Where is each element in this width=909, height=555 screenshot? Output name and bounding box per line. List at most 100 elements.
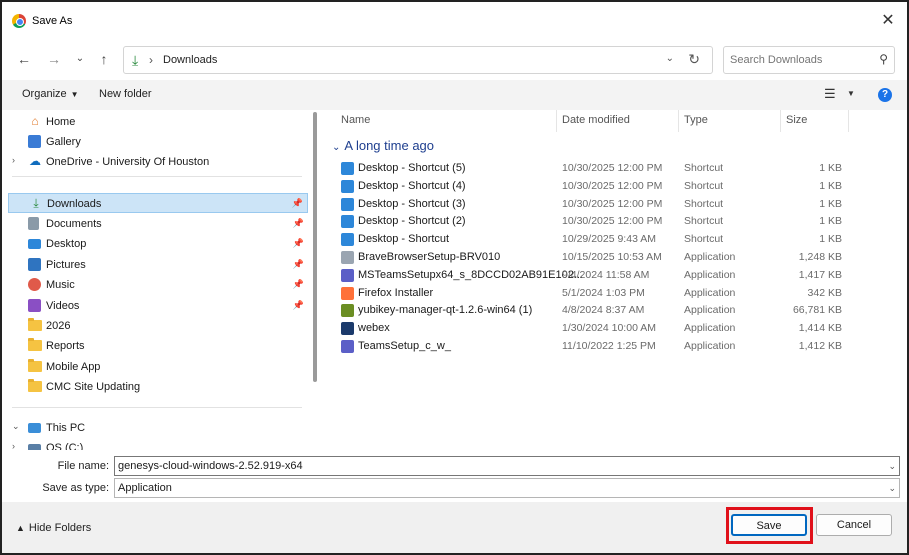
column-header-name[interactable]: Name bbox=[341, 114, 370, 126]
sidebar-item-documents[interactable]: Documents 📌 bbox=[8, 214, 308, 234]
column-header-type[interactable]: Type bbox=[684, 114, 708, 126]
pin-icon[interactable]: 📌 bbox=[293, 218, 304, 229]
file-row[interactable]: yubikey-manager-qt-1.2.6-win64 (1) 4/8/20… bbox=[338, 302, 848, 320]
file-size: 1,414 KB bbox=[798, 322, 842, 335]
column-divider[interactable] bbox=[556, 110, 557, 132]
close-button[interactable]: ✕ bbox=[877, 10, 899, 32]
file-name-input[interactable]: genesys-cloud-windows-2.52.919-x64 ⌄ bbox=[114, 456, 900, 476]
search-input[interactable] bbox=[730, 52, 870, 68]
chrome-icon bbox=[12, 14, 26, 28]
column-header-size[interactable]: Size bbox=[786, 114, 807, 126]
file-name: webex bbox=[358, 322, 390, 335]
pin-icon[interactable]: 📌 bbox=[293, 300, 304, 311]
sidebar-item-downloads[interactable]: ⤓ Downloads 📌 bbox=[8, 193, 308, 213]
group-header[interactable]: ⌄ A long time ago bbox=[332, 138, 434, 153]
file-row[interactable]: MSTeamsSetupx64_s_8DCCD02AB91E102... 9/4/… bbox=[338, 267, 848, 285]
sidebar-item-gallery[interactable]: Gallery bbox=[8, 132, 308, 152]
pin-icon[interactable]: 📌 bbox=[293, 259, 304, 270]
file-row[interactable]: Desktop - Shortcut 10/29/2025 9:43 AM Shor… bbox=[338, 231, 848, 249]
sidebar-item-home[interactable]: ⌂ Home bbox=[8, 112, 308, 132]
file-row[interactable]: Desktop - Shortcut (2) 10/30/2025 12:00 P… bbox=[338, 213, 848, 231]
recent-locations-button[interactable]: ⌄ bbox=[70, 50, 90, 68]
chevron-down-icon[interactable]: ⌄ bbox=[666, 53, 674, 64]
sidebar-item-os-drive[interactable]: › OS (C:) bbox=[8, 438, 308, 450]
file-row[interactable]: webex 1/30/2024 10:00 AM Application 1,414 … bbox=[338, 320, 848, 338]
sidebar-item-2026[interactable]: 2026 bbox=[8, 316, 308, 336]
nav-scrollbar[interactable] bbox=[313, 112, 317, 382]
pin-icon[interactable]: 📌 bbox=[293, 238, 304, 249]
file-row[interactable]: Desktop - Shortcut (5) 10/30/2025 12:00 P… bbox=[338, 160, 848, 178]
column-divider[interactable] bbox=[678, 110, 679, 132]
column-divider[interactable] bbox=[848, 110, 849, 132]
chevron-right-icon[interactable]: › bbox=[12, 441, 15, 450]
file-row[interactable]: Firefox Installer 5/1/2024 1:03 PM Applica… bbox=[338, 285, 848, 303]
file-type: Shortcut bbox=[684, 215, 724, 228]
sidebar-item-label: Videos bbox=[46, 300, 80, 312]
file-type: Application bbox=[684, 340, 736, 352]
sidebar-item-label: Music bbox=[46, 279, 75, 291]
new-folder-button[interactable]: New folder bbox=[99, 88, 152, 100]
sidebar-item-pictures[interactable]: Pictures 📌 bbox=[8, 255, 308, 275]
sidebar-item-music[interactable]: Music 📌 bbox=[8, 275, 308, 295]
save-as-type-select[interactable]: Application ⌄ bbox=[114, 478, 900, 498]
shortcut-icon bbox=[341, 162, 354, 175]
file-date: 10/30/2025 12:00 PM bbox=[562, 162, 663, 174]
file-row[interactable]: Desktop - Shortcut (4) 10/30/2025 12:00 P… bbox=[338, 178, 848, 196]
sidebar-item-label: 2026 bbox=[46, 320, 71, 332]
file-date: 11/10/2022 1:25 PM bbox=[562, 340, 656, 352]
help-icon[interactable]: ? bbox=[878, 88, 892, 102]
chevron-down-icon[interactable]: ▼ bbox=[847, 89, 855, 98]
sidebar-item-this-pc[interactable]: ⌄ This PC bbox=[8, 418, 308, 438]
address-bar[interactable]: ⤓ › Downloads ⌄ ↻ bbox=[123, 46, 713, 74]
file-row[interactable]: BraveBrowserSetup-BRV010 10/15/2025 10:53… bbox=[338, 249, 848, 267]
column-divider[interactable] bbox=[780, 110, 781, 132]
divider bbox=[12, 407, 302, 408]
chevron-right-icon[interactable]: › bbox=[12, 155, 15, 165]
file-name: MSTeamsSetupx64_s_8DCCD02AB91E102... bbox=[358, 268, 584, 281]
file-date: 1/30/2024 10:00 AM bbox=[562, 322, 656, 335]
view-options-icon[interactable]: ☰ bbox=[824, 86, 836, 102]
file-name: Desktop - Shortcut (2) bbox=[358, 215, 466, 228]
forward-button[interactable]: → bbox=[44, 50, 64, 68]
sidebar-item-mobile-app[interactable]: Mobile App bbox=[8, 357, 308, 377]
cancel-button[interactable]: Cancel bbox=[816, 514, 892, 536]
column-header-date[interactable]: Date modified bbox=[562, 114, 630, 126]
file-name: Desktop - Shortcut (3) bbox=[358, 197, 466, 210]
window-title: Save As bbox=[32, 15, 73, 27]
file-date: 4/8/2024 8:37 AM bbox=[562, 304, 645, 317]
file-row[interactable]: TeamsSetup_c_w_ 11/10/2022 1:25 PM Applica… bbox=[338, 338, 848, 356]
sidebar-item-reports[interactable]: Reports bbox=[8, 336, 308, 356]
back-button[interactable]: ← bbox=[14, 50, 34, 68]
up-button[interactable]: ↑ bbox=[94, 50, 114, 68]
videos-icon bbox=[28, 299, 41, 312]
file-size: 1,248 KB bbox=[798, 251, 842, 263]
file-type: Shortcut bbox=[684, 197, 724, 210]
drive-icon bbox=[28, 444, 41, 450]
organize-button[interactable]: Organize ▼ bbox=[22, 88, 79, 100]
file-name-value[interactable]: genesys-cloud-windows-2.52.919-x64 bbox=[118, 460, 303, 472]
sidebar-item-desktop[interactable]: Desktop 📌 bbox=[8, 234, 308, 254]
chevron-down-icon[interactable]: ⌄ bbox=[12, 421, 20, 432]
file-size: 66,781 KB bbox=[792, 304, 842, 317]
search-icon[interactable]: ⚲ bbox=[879, 52, 888, 66]
sidebar-item-videos[interactable]: Videos 📌 bbox=[8, 296, 308, 316]
hide-folders-button[interactable]: ▲ Hide Folders bbox=[16, 522, 91, 534]
file-size: 1 KB bbox=[819, 233, 842, 246]
refresh-icon[interactable]: ↻ bbox=[688, 51, 700, 68]
pin-icon[interactable]: 📌 bbox=[293, 279, 304, 290]
chevron-down-icon[interactable]: ⌄ bbox=[888, 461, 896, 472]
search-box[interactable]: ⚲ bbox=[723, 46, 895, 74]
sidebar-item-cmc-site-updating[interactable]: CMC Site Updating bbox=[8, 377, 308, 397]
file-size: 342 KB bbox=[807, 286, 842, 299]
sidebar-item-label: Mobile App bbox=[46, 361, 101, 373]
breadcrumb-downloads[interactable]: Downloads bbox=[163, 54, 217, 66]
chevron-down-icon[interactable]: ⌄ bbox=[888, 483, 896, 494]
pin-icon[interactable]: 📌 bbox=[292, 198, 303, 209]
save-as-type-value[interactable]: Application bbox=[118, 482, 172, 494]
yubikey-icon bbox=[341, 304, 354, 318]
sidebar-item-label: Downloads bbox=[47, 198, 102, 210]
sidebar-item-onedrive[interactable]: › ☁ OneDrive - University Of Houston bbox=[8, 152, 308, 172]
file-row[interactable]: Desktop - Shortcut (3) 10/30/2025 12:00 P… bbox=[338, 196, 848, 214]
sidebar-item-label: Home bbox=[46, 116, 76, 128]
music-icon bbox=[28, 278, 41, 291]
